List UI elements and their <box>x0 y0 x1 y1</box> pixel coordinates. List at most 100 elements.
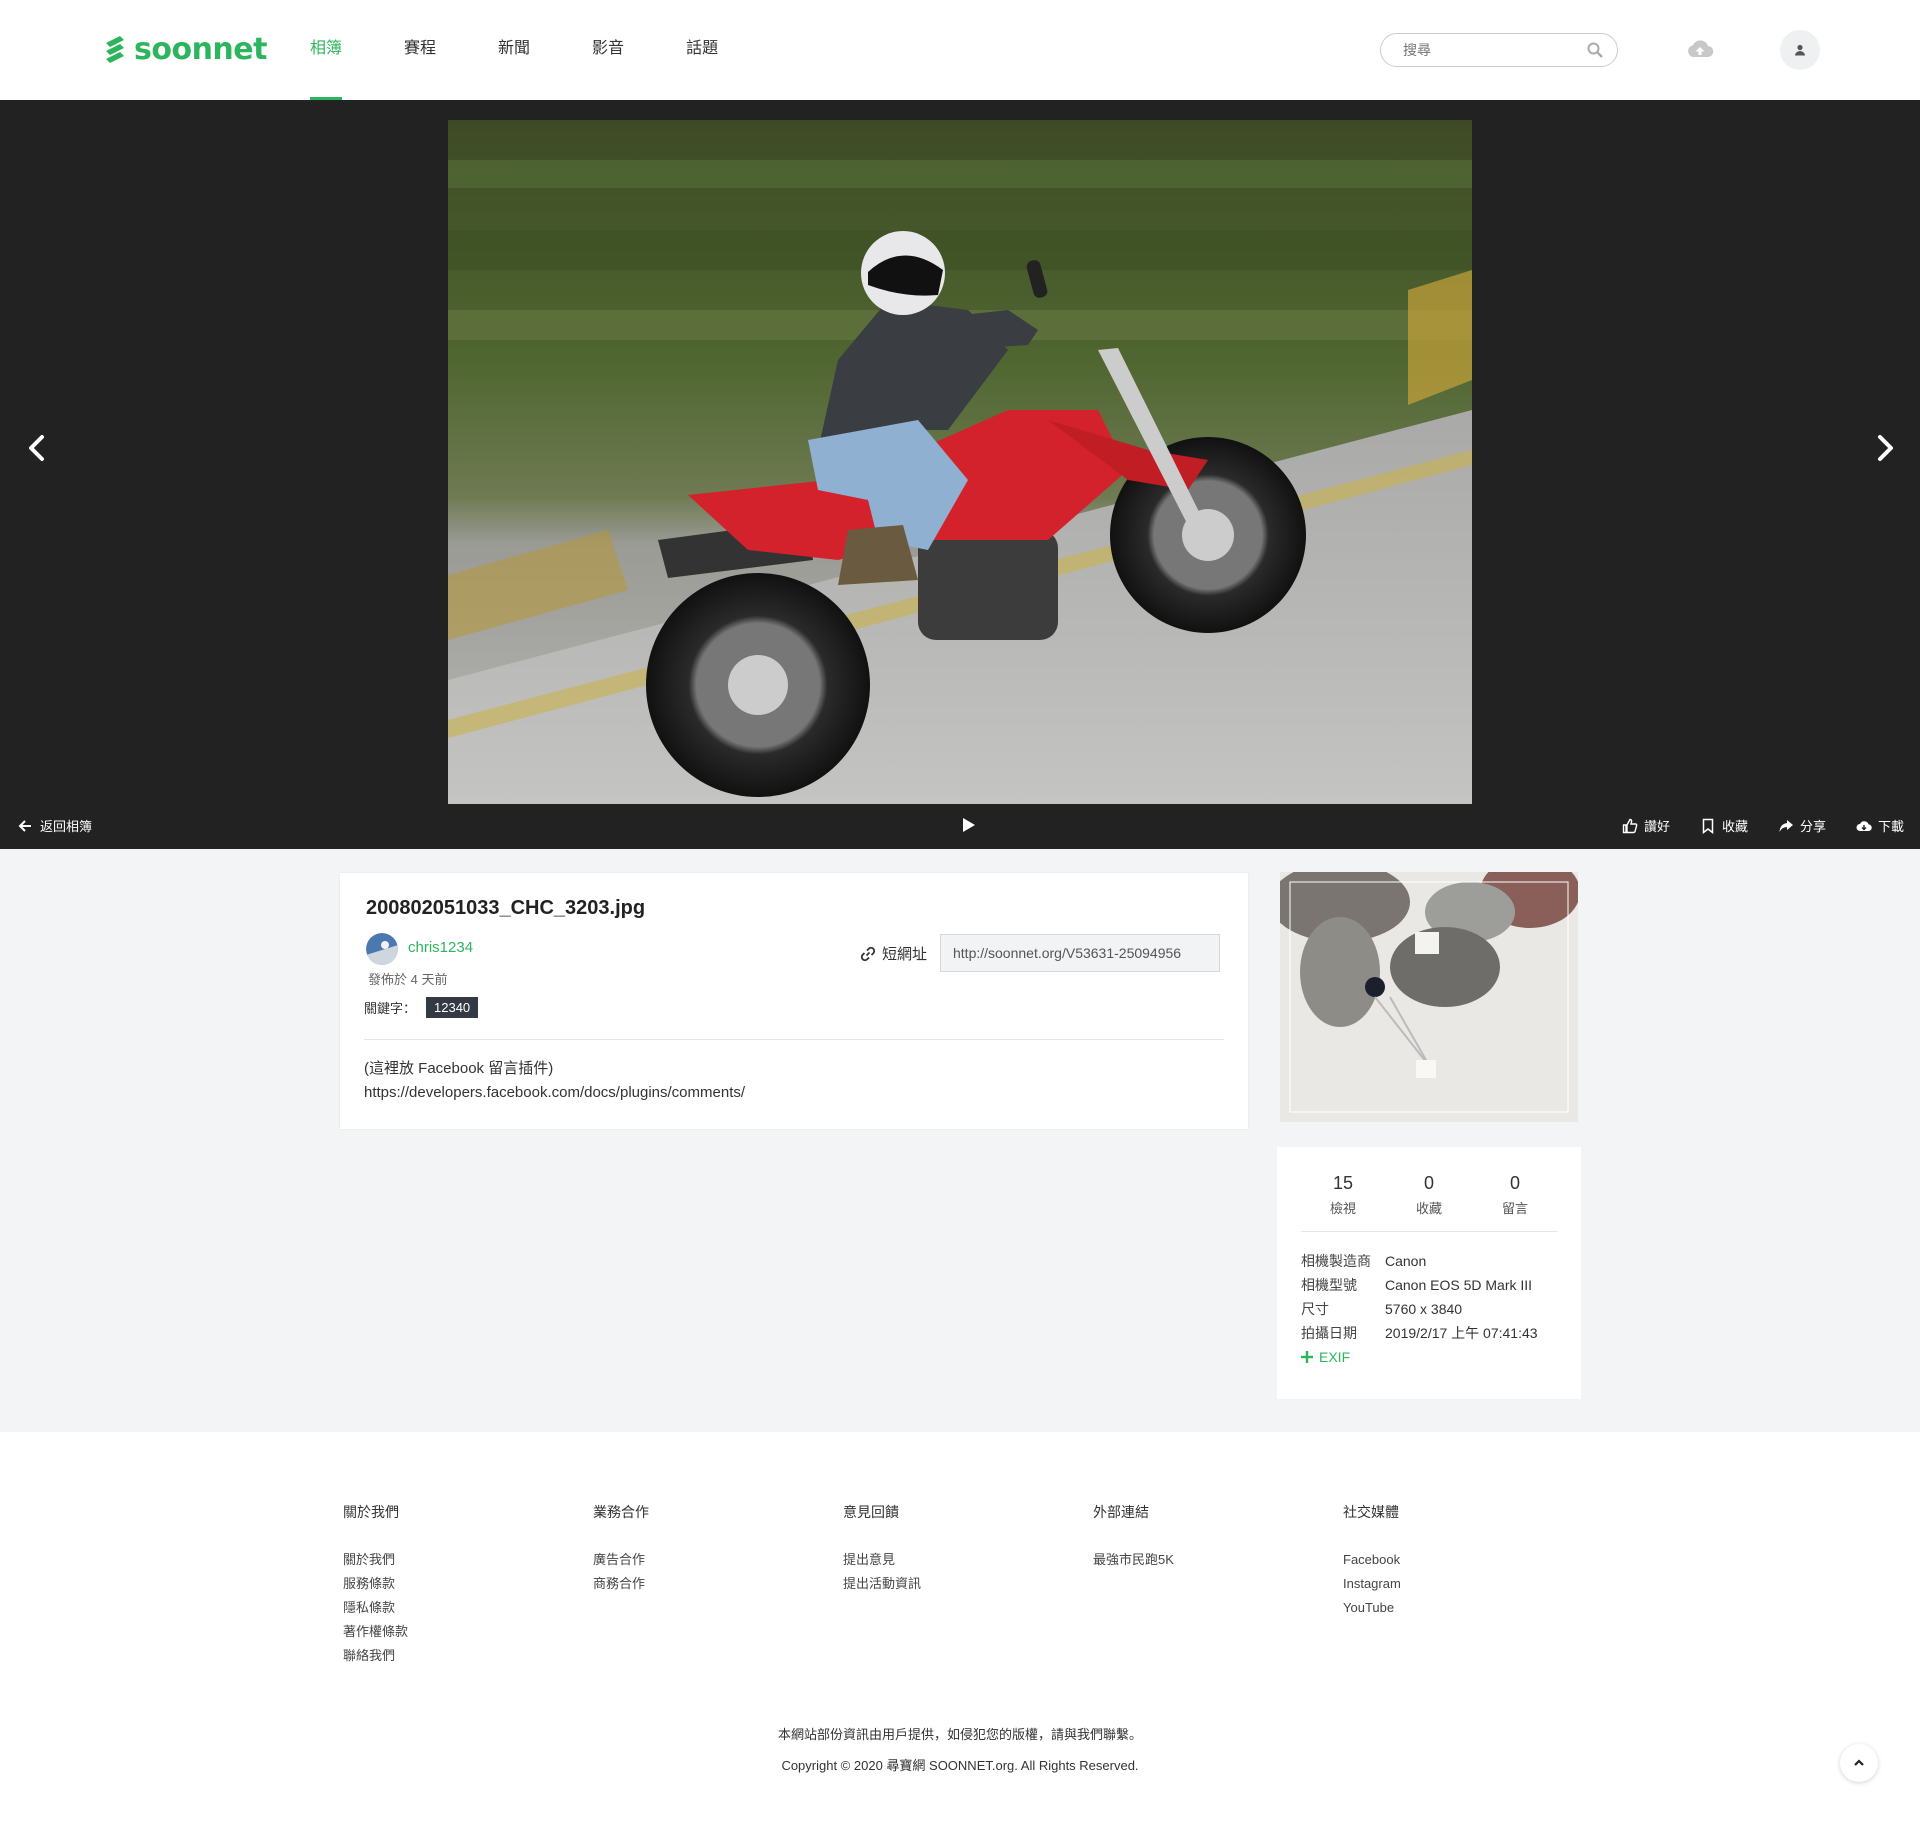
photo-actions: 讚好 收藏 分享 下載 <box>1622 816 1904 835</box>
exif-value: 2019/2/17 上午 07:41:43 <box>1385 1325 1538 1341</box>
share-button[interactable]: 分享 <box>1778 816 1826 835</box>
download-label: 下載 <box>1877 819 1904 834</box>
search-input[interactable] <box>1401 41 1575 59</box>
prev-photo-arrow-icon[interactable] <box>20 430 56 466</box>
divider <box>364 1039 1224 1040</box>
views-label: 檢視 <box>1329 1201 1356 1216</box>
back-label: 返回相簿 <box>40 819 93 834</box>
site-header: soonnet 相簿 賽程 新聞 影音 話題 <box>0 0 1920 100</box>
viewer-toolbar: 返回相簿 讚好 收藏 分享 下載 <box>0 806 1920 846</box>
footer-link[interactable]: Instagram <box>1343 1572 1401 1596</box>
footer-column-external: 外部連結 最強市民跑5K <box>1093 1502 1174 1572</box>
exif-value: 5760 x 3840 <box>1385 1301 1463 1317</box>
photo-filename: 200802051033_CHC_3203.jpg <box>366 897 646 919</box>
photo-stats-card: 15 檢視 0 收藏 0 留言 相機製造商 Canon 相機型號 Canon E… <box>1277 1147 1581 1399</box>
facebook-comments-placeholder: (這裡放 Facebook 留言插件) https://developers.f… <box>364 1057 745 1105</box>
save-button[interactable]: 收藏 <box>1700 816 1748 835</box>
exif-row: 拍攝日期 2019/2/17 上午 07:41:43 <box>1301 1321 1538 1345</box>
upload-cloud-icon[interactable] <box>1686 36 1714 64</box>
uploader-username[interactable]: chris1234 <box>408 939 473 956</box>
footer-heading: 意見回饋 <box>843 1504 899 1520</box>
footer-link[interactable]: 最強市民跑5K <box>1093 1548 1174 1572</box>
exif-value: Canon <box>1385 1253 1427 1269</box>
download-cloud-icon <box>1856 820 1872 831</box>
nav-schedule[interactable]: 賽程 <box>404 0 436 100</box>
footer-column-business: 業務合作 廣告合作 商務合作 <box>593 1502 649 1596</box>
next-photo-arrow-icon[interactable] <box>1866 430 1902 466</box>
plus-icon <box>1301 1351 1313 1363</box>
download-button[interactable]: 下載 <box>1856 816 1904 835</box>
comments-count: 0 <box>1509 1173 1520 1193</box>
chevron-up-icon <box>1854 1759 1864 1766</box>
main-photo[interactable] <box>448 120 1472 804</box>
share-icon <box>1779 819 1793 832</box>
fb-note-line1: (這裡放 Facebook 留言插件) <box>364 1060 554 1077</box>
footer-link[interactable]: 隱私條款 <box>343 1596 408 1620</box>
keywords-label: 關鍵字： <box>364 1001 417 1016</box>
site-footer: 關於我們 關於我們 服務條款 隱私條款 著作權條款 聯絡我們 業務合作 廣告合作… <box>0 1432 1920 1824</box>
exif-expand-label: EXIF <box>1319 1349 1351 1365</box>
exif-expand-button[interactable]: EXIF <box>1301 1349 1538 1365</box>
footer-heading: 外部連結 <box>1093 1504 1149 1520</box>
footer-link[interactable]: 著作權條款 <box>343 1620 408 1644</box>
arrow-left-icon <box>18 819 31 832</box>
nav-albums[interactable]: 相簿 <box>310 0 343 100</box>
nav-video[interactable]: 影音 <box>592 0 624 100</box>
footer-link[interactable]: 提出意見 <box>843 1548 921 1572</box>
exif-key: 尺寸 <box>1301 1301 1329 1317</box>
footer-link[interactable]: 提出活動資訊 <box>843 1572 921 1596</box>
footer-column-social: 社交媒體 Facebook Instagram YouTube <box>1343 1502 1401 1620</box>
footer-notice: 本網站部份資訊由用戶提供，如侵犯您的版權，請與我們聯繫。 <box>777 1727 1142 1742</box>
avatar[interactable] <box>366 933 398 965</box>
like-button[interactable]: 讚好 <box>1622 816 1670 835</box>
fb-note-line2: https://developers.facebook.com/docs/plu… <box>364 1084 746 1101</box>
saves-stat: 0 收藏 <box>1387 1173 1471 1217</box>
stats-row: 15 檢視 0 收藏 0 留言 <box>1301 1173 1557 1217</box>
link-icon <box>860 946 876 961</box>
share-label: 分享 <box>1799 819 1826 834</box>
nav-news[interactable]: 新聞 <box>498 0 530 100</box>
footer-link[interactable]: YouTube <box>1343 1596 1401 1620</box>
short-url-label-text: 短網址 <box>882 946 928 963</box>
saves-label: 收藏 <box>1415 1201 1442 1216</box>
footer-link[interactable]: 聯絡我們 <box>343 1644 408 1668</box>
search-icon[interactable] <box>1587 42 1603 58</box>
back-to-top-button[interactable] <box>1840 1744 1878 1782</box>
play-slideshow-icon[interactable] <box>959 816 977 834</box>
saves-count: 0 <box>1423 1173 1434 1193</box>
footer-link[interactable]: 商務合作 <box>593 1572 649 1596</box>
comments-stat: 0 留言 <box>1473 1173 1557 1217</box>
exif-key: 相機製造商 <box>1301 1253 1371 1269</box>
views-count: 15 <box>1332 1173 1354 1193</box>
keywords: 關鍵字： 12340 <box>364 997 479 1018</box>
bookmark-icon <box>1702 818 1714 834</box>
footer-link[interactable]: 服務條款 <box>343 1572 408 1596</box>
footer-column-about: 關於我們 關於我們 服務條款 隱私條款 著作權條款 聯絡我們 <box>343 1502 408 1668</box>
exif-key: 拍攝日期 <box>1301 1325 1357 1341</box>
main-nav: 相簿 賽程 新聞 影音 話題 <box>310 0 780 100</box>
footer-link[interactable]: Facebook <box>1343 1548 1401 1572</box>
photo-info-card: 200802051033_CHC_3203.jpg chris1234 發佈於 … <box>340 873 1248 1129</box>
footer-link[interactable]: 廣告合作 <box>593 1548 649 1572</box>
keyword-tag[interactable]: 12340 <box>426 997 479 1018</box>
back-to-album-button[interactable]: 返回相簿 <box>18 816 92 835</box>
exif-key: 相機型號 <box>1301 1277 1357 1293</box>
photo-viewer: 返回相簿 讚好 收藏 分享 下載 <box>0 100 1920 849</box>
footer-heading: 社交媒體 <box>1343 1504 1399 1520</box>
logo-icon <box>106 36 124 63</box>
site-logo[interactable]: soonnet <box>102 32 267 67</box>
footer-link[interactable]: 關於我們 <box>343 1548 408 1572</box>
thumbs-up-icon <box>1622 818 1638 833</box>
footer-heading: 關於我們 <box>343 1504 399 1520</box>
exif-row: 相機製造商 Canon <box>1301 1249 1538 1273</box>
posted-time: 發佈於 4 天前 <box>368 972 448 987</box>
nav-topics[interactable]: 話題 <box>686 0 718 100</box>
exif-info: 相機製造商 Canon 相機型號 Canon EOS 5D Mark III 尺… <box>1301 1249 1538 1365</box>
exif-row: 相機型號 Canon EOS 5D Mark III <box>1301 1273 1538 1297</box>
user-icon <box>1795 44 1805 56</box>
related-photo-thumbnail[interactable] <box>1280 872 1578 1122</box>
like-label: 讚好 <box>1643 819 1670 834</box>
user-menu-button[interactable] <box>1780 30 1820 70</box>
footer-heading: 業務合作 <box>593 1504 649 1520</box>
short-url-field[interactable] <box>940 934 1220 972</box>
